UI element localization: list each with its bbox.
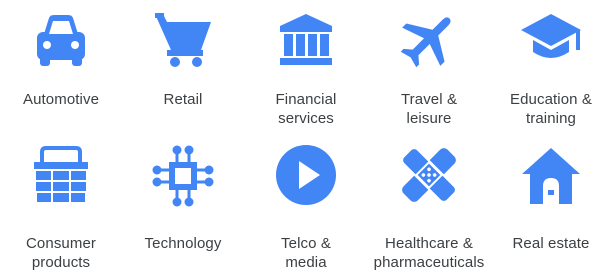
shopping-cart-icon	[151, 10, 215, 68]
industry-label: Real estate	[512, 235, 590, 252]
industry-label: Consumer products	[26, 235, 96, 271]
bank-icon	[276, 10, 336, 68]
industries-grid: Automotive Retail Financial services Tra…	[0, 0, 613, 272]
industry-label: Financial services	[275, 91, 337, 127]
industry-automotive: Automotive	[0, 0, 122, 136]
airplane-icon	[398, 8, 460, 70]
graduation-cap-icon	[519, 10, 583, 68]
industry-financial-services: Financial services	[245, 0, 367, 136]
industry-label: Education & training	[510, 91, 592, 127]
industry-label: Healthcare & pharmaceuticals	[373, 235, 485, 271]
industry-telco-media: Telco & media	[245, 136, 367, 272]
industry-healthcare-pharmaceuticals: Healthcare & pharmaceuticals	[368, 136, 490, 272]
industry-label: Travel & leisure	[400, 91, 458, 127]
industry-travel-leisure: Travel & leisure	[368, 0, 490, 136]
car-icon	[32, 10, 90, 68]
industry-education-training: Education & training	[490, 0, 612, 136]
basket-icon	[30, 144, 92, 206]
play-icon	[274, 143, 338, 207]
industry-real-estate: Real estate	[490, 136, 612, 272]
industry-technology: Technology	[122, 136, 244, 272]
house-icon	[520, 144, 582, 206]
industry-label: Technology	[144, 235, 222, 252]
industry-label: Telco & media	[281, 235, 331, 271]
industry-retail: Retail	[122, 0, 244, 136]
industry-label: Automotive	[22, 91, 100, 108]
industry-consumer-products: Consumer products	[0, 136, 122, 272]
industry-label: Retail	[163, 91, 203, 108]
chip-icon	[151, 144, 215, 208]
bandage-icon	[396, 142, 462, 208]
